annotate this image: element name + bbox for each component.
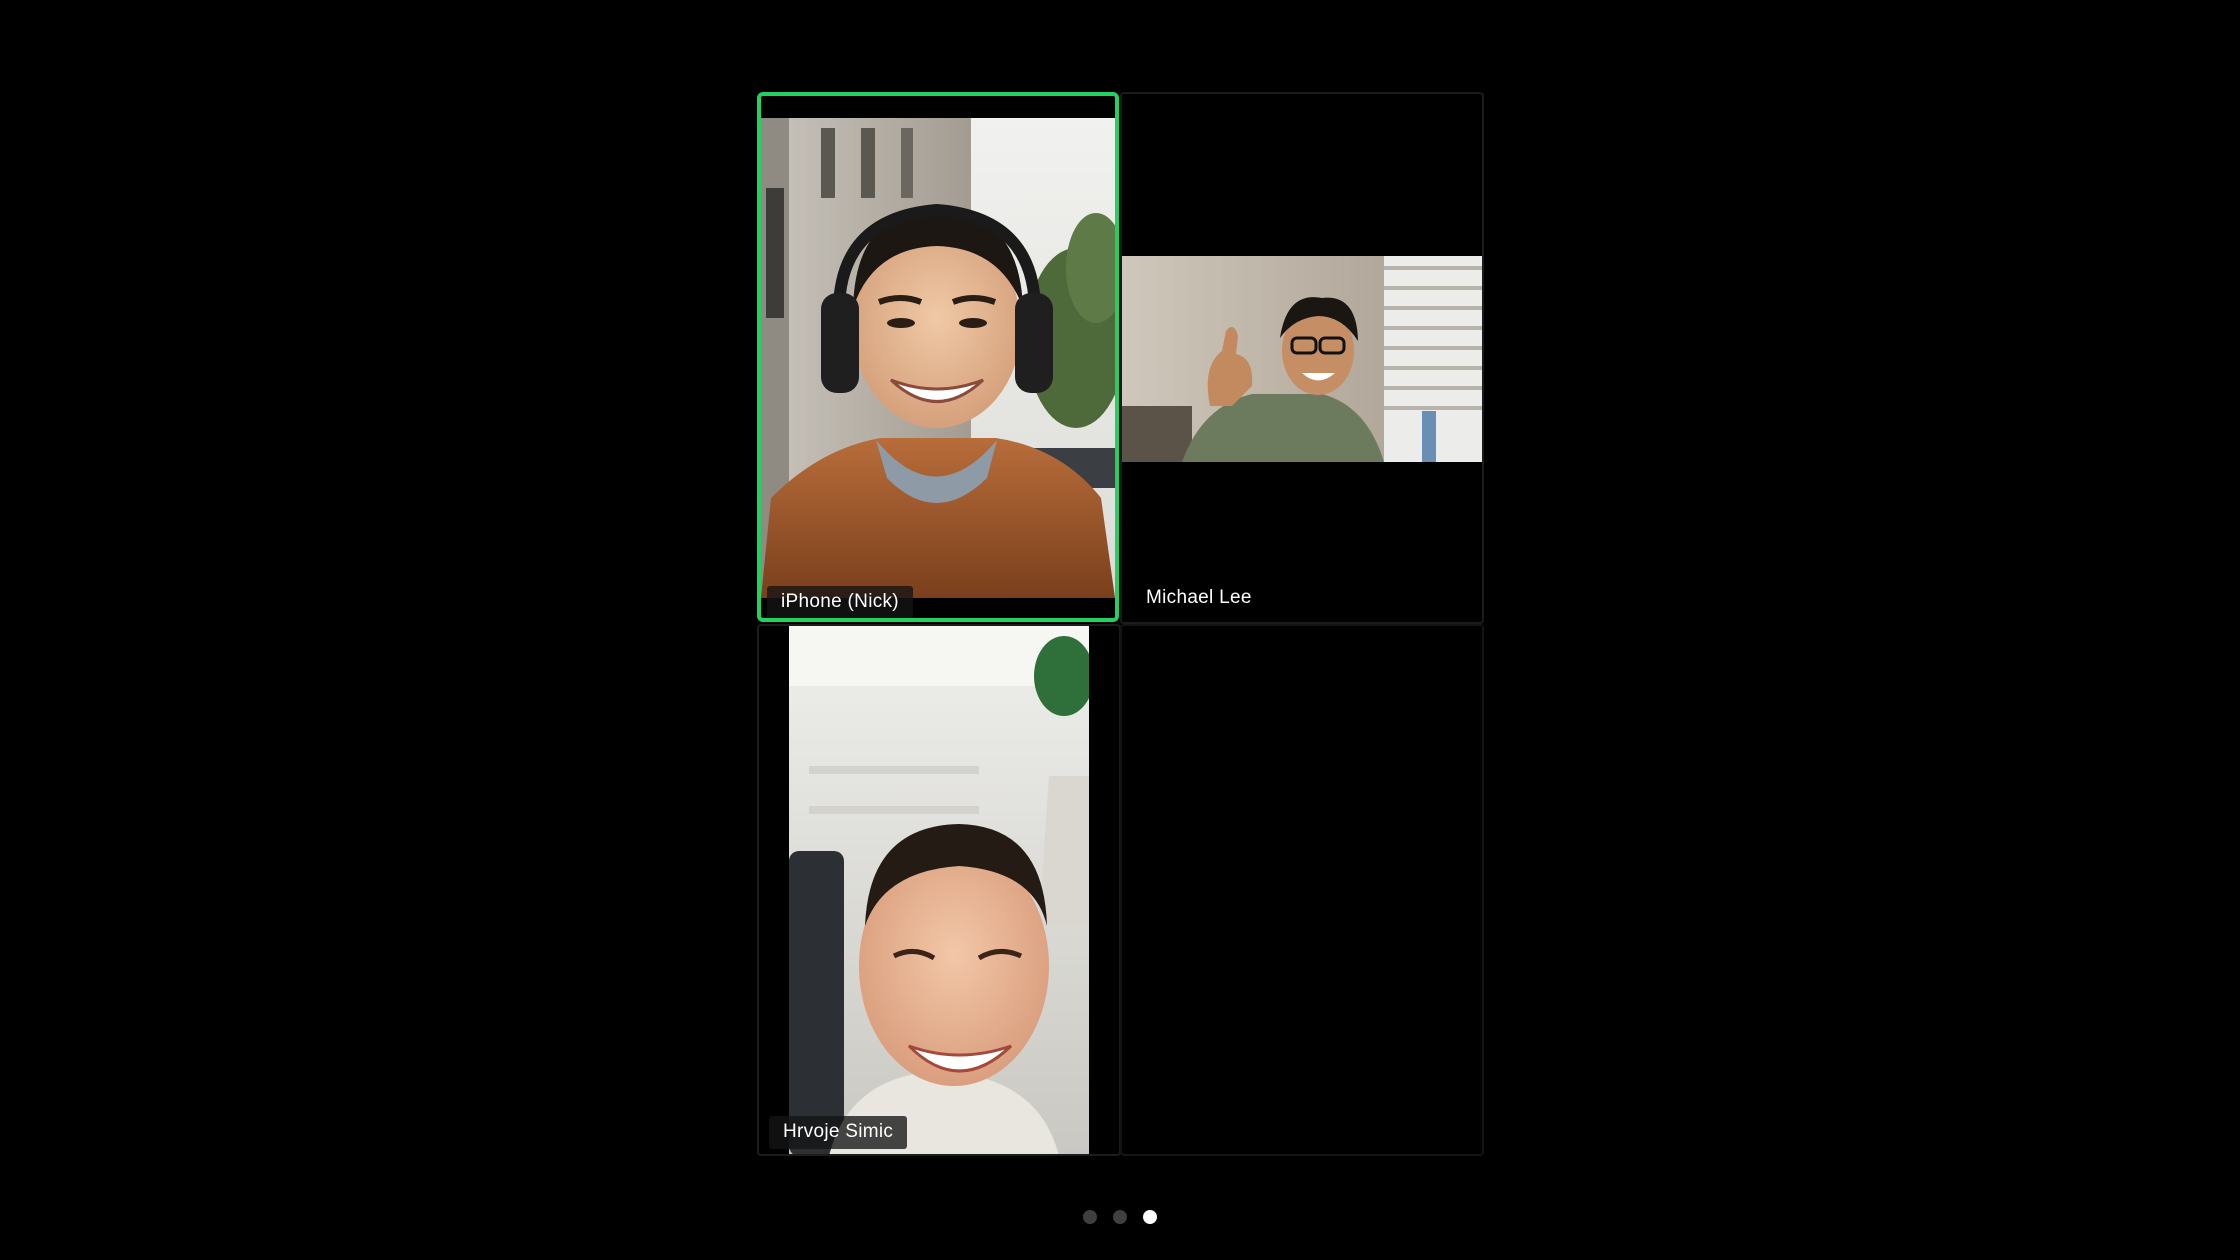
participant-tile-michael-lee[interactable]: Michael Lee [1120, 92, 1484, 624]
participant-name-label: iPhone (Nick) [767, 586, 913, 618]
participant-name-label: Hrvoje Simic [769, 1116, 908, 1149]
page-dot-3-current[interactable] [1143, 1210, 1157, 1224]
participant-video-iphone-nick [761, 118, 1115, 598]
participant-video-hrvoje-simic [789, 626, 1089, 1154]
page-dot-2[interactable] [1113, 1210, 1127, 1224]
participant-name-label: Michael Lee [1146, 587, 1252, 608]
participant-tile-hrvoje-simic[interactable]: Hrvoje Simic [757, 624, 1121, 1156]
video-frame-michael [1122, 256, 1482, 462]
participant-video-michael-lee [1122, 256, 1482, 462]
participant-tile-iphone-nick[interactable]: iPhone (Nick) [757, 92, 1119, 622]
video-frame-nick [761, 118, 1115, 598]
video-frame-hrvoje [789, 626, 1089, 1154]
empty-tile [1120, 624, 1484, 1156]
gallery-pagination [0, 1206, 2240, 1228]
video-gallery: iPhone (Nick) Michael Lee Hrvoje Simic [0, 0, 2240, 1260]
page-dot-1[interactable] [1083, 1210, 1097, 1224]
